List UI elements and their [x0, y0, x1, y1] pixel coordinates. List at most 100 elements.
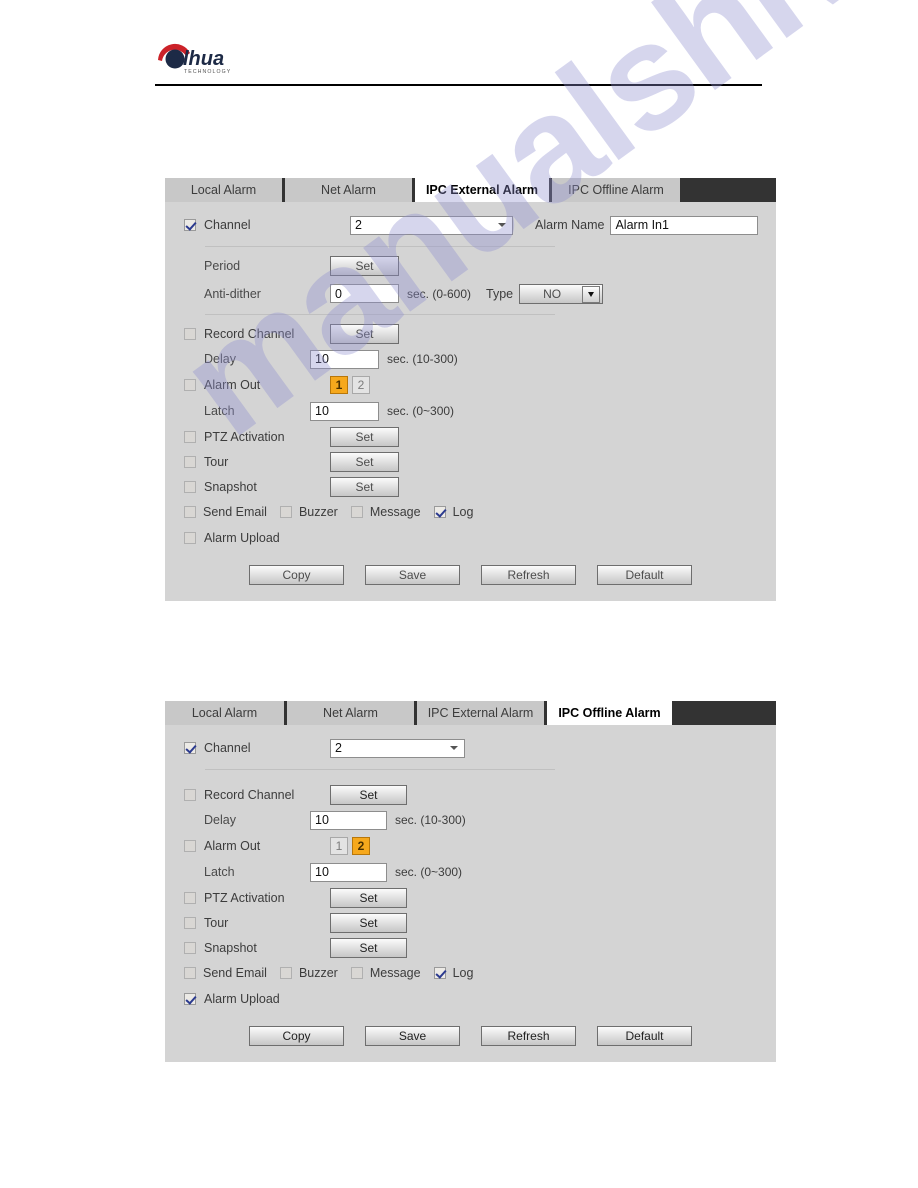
- panel-1-body: Channel 2 Alarm Name Period Set Anti-dit…: [165, 202, 776, 601]
- copy-button[interactable]: Copy: [249, 565, 344, 585]
- channel-select[interactable]: 2: [350, 215, 513, 235]
- send-email-label: Send Email: [203, 505, 267, 519]
- latch-label-2: Latch: [204, 865, 235, 879]
- tabbar-filler: [683, 178, 776, 202]
- ptz-activation-set-button-2[interactable]: Set: [330, 887, 407, 908]
- panel-2-body: Channel 2 Record Channel Set Delay sec. …: [165, 725, 776, 1062]
- type-select-value: NO: [543, 286, 562, 301]
- type-select[interactable]: NO: [519, 283, 604, 304]
- copy-button-2[interactable]: Copy: [249, 1026, 344, 1046]
- message-label: Message: [369, 505, 421, 519]
- send-email-checkbox[interactable]: [184, 506, 196, 518]
- tour-checkbox[interactable]: [184, 455, 196, 468]
- refresh-button-2[interactable]: Refresh: [481, 1026, 576, 1046]
- delay-hint: sec. (10-300): [387, 352, 458, 366]
- message-checkbox[interactable]: [350, 506, 363, 518]
- send-email-checkbox-2[interactable]: [184, 967, 196, 979]
- default-button[interactable]: Default: [597, 565, 692, 585]
- alarm-out-option-2[interactable]: 2: [352, 376, 370, 394]
- ipc-external-alarm-panel: Local Alarm Net Alarm IPC External Alarm…: [165, 178, 776, 601]
- channel-label-2: Channel: [204, 741, 251, 755]
- record-channel-set-button[interactable]: Set: [330, 323, 399, 344]
- channel-checkbox[interactable]: [184, 219, 196, 231]
- ptz-activation-set-button[interactable]: Set: [330, 426, 399, 447]
- snapshot-checkbox-2[interactable]: [184, 941, 196, 954]
- record-channel-label-2: Record Channel: [204, 787, 295, 802]
- tour-label-2: Tour: [204, 915, 229, 930]
- log-checkbox[interactable]: [433, 506, 446, 518]
- snapshot-label: Snapshot: [204, 479, 257, 494]
- ptz-activation-checkbox[interactable]: [184, 430, 196, 443]
- ipc-offline-alarm-panel: Local Alarm Net Alarm IPC External Alarm…: [165, 701, 776, 1062]
- alarm-upload-checkbox-2[interactable]: [184, 993, 196, 1005]
- separator-3: [205, 769, 555, 770]
- alarm-upload-label: Alarm Upload: [204, 531, 280, 545]
- tour-set-button-2[interactable]: Set: [330, 912, 407, 933]
- record-channel-set-button-2[interactable]: Set: [330, 784, 407, 805]
- save-button-2[interactable]: Save: [365, 1026, 460, 1046]
- save-button[interactable]: Save: [365, 565, 460, 585]
- panel-2-footer: Copy Save Refresh Default: [165, 1012, 776, 1062]
- ptz-activation-label: PTZ Activation: [204, 429, 285, 444]
- refresh-button[interactable]: Refresh: [481, 565, 576, 585]
- ptz-activation-checkbox-2[interactable]: [184, 891, 196, 904]
- buzzer-checkbox-2[interactable]: [279, 967, 292, 979]
- tab-ipc-offline-alarm[interactable]: IPC Offline Alarm: [552, 178, 683, 202]
- delay-input-2[interactable]: [310, 810, 387, 830]
- tour-set-button[interactable]: Set: [330, 451, 399, 472]
- record-channel-checkbox-2[interactable]: [184, 788, 196, 801]
- delay-label-2: Delay: [204, 813, 236, 827]
- snapshot-set-button[interactable]: Set: [330, 476, 399, 497]
- separator-2: [205, 314, 555, 315]
- tab2-net-alarm[interactable]: Net Alarm: [287, 701, 417, 725]
- alarm-out-2-option-1[interactable]: 1: [330, 837, 348, 855]
- tab2-local-alarm[interactable]: Local Alarm: [165, 701, 287, 725]
- log-label: Log: [452, 505, 474, 519]
- channel-label: Channel: [204, 218, 251, 232]
- alarm-upload-label-2: Alarm Upload: [204, 992, 280, 1006]
- period-set-button[interactable]: Set: [330, 256, 399, 276]
- ptz-activation-label-2: PTZ Activation: [204, 890, 285, 905]
- record-channel-checkbox[interactable]: [184, 327, 196, 340]
- alarm-out-option-1[interactable]: 1: [330, 376, 348, 394]
- anti-dither-input[interactable]: [330, 284, 399, 303]
- type-label: Type: [486, 286, 514, 301]
- snapshot-set-button-2[interactable]: Set: [330, 937, 407, 958]
- alarm-out-checkbox-2[interactable]: [184, 840, 196, 852]
- buzzer-checkbox[interactable]: [279, 506, 292, 518]
- delay-label: Delay: [204, 352, 236, 366]
- channel-checkbox-2[interactable]: [184, 742, 196, 754]
- send-email-label-2: Send Email: [203, 966, 267, 980]
- message-label-2: Message: [369, 966, 421, 980]
- alarm-out-label: Alarm Out: [204, 378, 261, 392]
- alarm-out-label-2: Alarm Out: [204, 839, 261, 853]
- tab-net-alarm[interactable]: Net Alarm: [285, 178, 415, 202]
- latch-input[interactable]: [310, 401, 379, 421]
- delay-input[interactable]: [310, 349, 379, 369]
- latch-input-2[interactable]: [310, 862, 387, 882]
- tab2-ipc-external-alarm[interactable]: IPC External Alarm: [417, 701, 547, 725]
- alarm-name-label: Alarm Name: [535, 218, 605, 232]
- default-button-2[interactable]: Default: [597, 1026, 692, 1046]
- header-rule: [155, 84, 762, 86]
- tour-checkbox-2[interactable]: [184, 916, 196, 929]
- latch-hint-2: sec. (0~300): [395, 865, 463, 879]
- tab-ipc-external-alarm[interactable]: IPC External Alarm: [415, 178, 552, 202]
- tab-local-alarm[interactable]: Local Alarm: [165, 178, 285, 202]
- alarm-out-2-option-2[interactable]: 2: [352, 837, 370, 855]
- latch-hint: sec. (0~300): [387, 404, 455, 418]
- tab2-ipc-offline-alarm[interactable]: IPC Offline Alarm: [547, 701, 675, 725]
- record-channel-label: Record Channel: [204, 326, 295, 341]
- channel-select-2[interactable]: 2: [330, 738, 465, 758]
- snapshot-checkbox[interactable]: [184, 480, 196, 493]
- alarm-out-checkbox[interactable]: [184, 379, 196, 391]
- anti-dither-hint: sec. (0-600): [407, 286, 472, 301]
- alarm-name-input[interactable]: [610, 215, 759, 235]
- alarm-upload-checkbox[interactable]: [184, 532, 196, 544]
- chevron-down-icon: [494, 218, 510, 233]
- snapshot-label-2: Snapshot: [204, 940, 257, 955]
- buzzer-label-2: Buzzer: [298, 966, 338, 980]
- log-checkbox-2[interactable]: [433, 967, 446, 979]
- svg-text:TECHNOLOGY: TECHNOLOGY: [184, 69, 231, 75]
- message-checkbox-2[interactable]: [350, 967, 363, 979]
